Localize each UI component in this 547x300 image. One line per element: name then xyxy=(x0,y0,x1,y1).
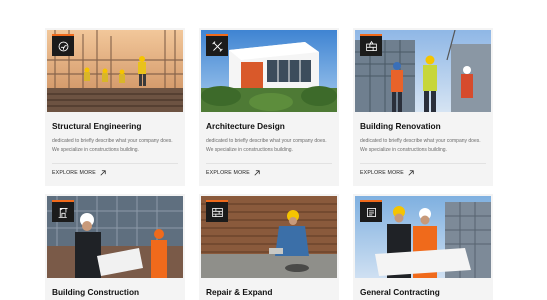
explore-more-link[interactable]: EXPLORE MORE xyxy=(52,170,185,176)
service-icon-badge xyxy=(360,34,382,56)
service-icon-badge xyxy=(52,200,74,222)
service-icon-badge xyxy=(52,34,74,56)
card-photo xyxy=(355,196,491,278)
service-card-general-contracting: General Contracting xyxy=(353,194,493,300)
bricks-icon xyxy=(365,40,377,51)
service-icon-badge xyxy=(206,200,228,222)
service-card-building-renovation: Building Renovation dedicated to briefly… xyxy=(353,28,493,186)
card-photo xyxy=(201,30,337,112)
wall-icon xyxy=(211,207,223,217)
card-photo xyxy=(201,196,337,278)
service-card-building-construction: Building Construction xyxy=(45,194,185,300)
blueprint-icon xyxy=(366,207,376,217)
service-card-architecture-design: Architecture Design dedicated to briefly… xyxy=(199,28,339,186)
card-divider xyxy=(52,163,178,164)
explore-more-link[interactable]: EXPLORE MORE xyxy=(206,170,339,176)
explore-more-link[interactable]: EXPLORE MORE xyxy=(360,170,493,176)
card-description: dedicated to briefly describe what your … xyxy=(360,138,481,153)
card-photo xyxy=(47,30,183,112)
card-divider xyxy=(206,163,332,164)
service-card-structural-engineering: Structural Engineering dedicated to brie… xyxy=(45,28,185,186)
arrow-up-right-icon xyxy=(100,170,106,176)
card-divider xyxy=(360,163,486,164)
card-title: Building Renovation xyxy=(360,121,441,131)
card-title: Building Construction xyxy=(52,287,140,297)
service-icon-badge xyxy=(206,34,228,56)
arrow-up-right-icon xyxy=(408,170,414,176)
card-title: General Contracting xyxy=(360,287,440,297)
service-icon-badge xyxy=(360,200,382,222)
card-photo xyxy=(355,30,491,112)
drill-icon xyxy=(58,41,68,51)
card-title: Repair & Expand xyxy=(206,287,273,297)
arrow-up-right-icon xyxy=(254,170,260,176)
card-description: dedicated to briefly describe what your … xyxy=(52,138,173,153)
card-title: Architecture Design xyxy=(206,121,285,131)
crane-icon xyxy=(58,207,68,218)
service-card-repair-expand: Repair & Expand xyxy=(199,194,339,300)
tools-icon xyxy=(211,40,223,52)
card-photo xyxy=(47,196,183,278)
card-title: Structural Engineering xyxy=(52,121,142,131)
card-description: dedicated to briefly describe what your … xyxy=(206,138,327,153)
